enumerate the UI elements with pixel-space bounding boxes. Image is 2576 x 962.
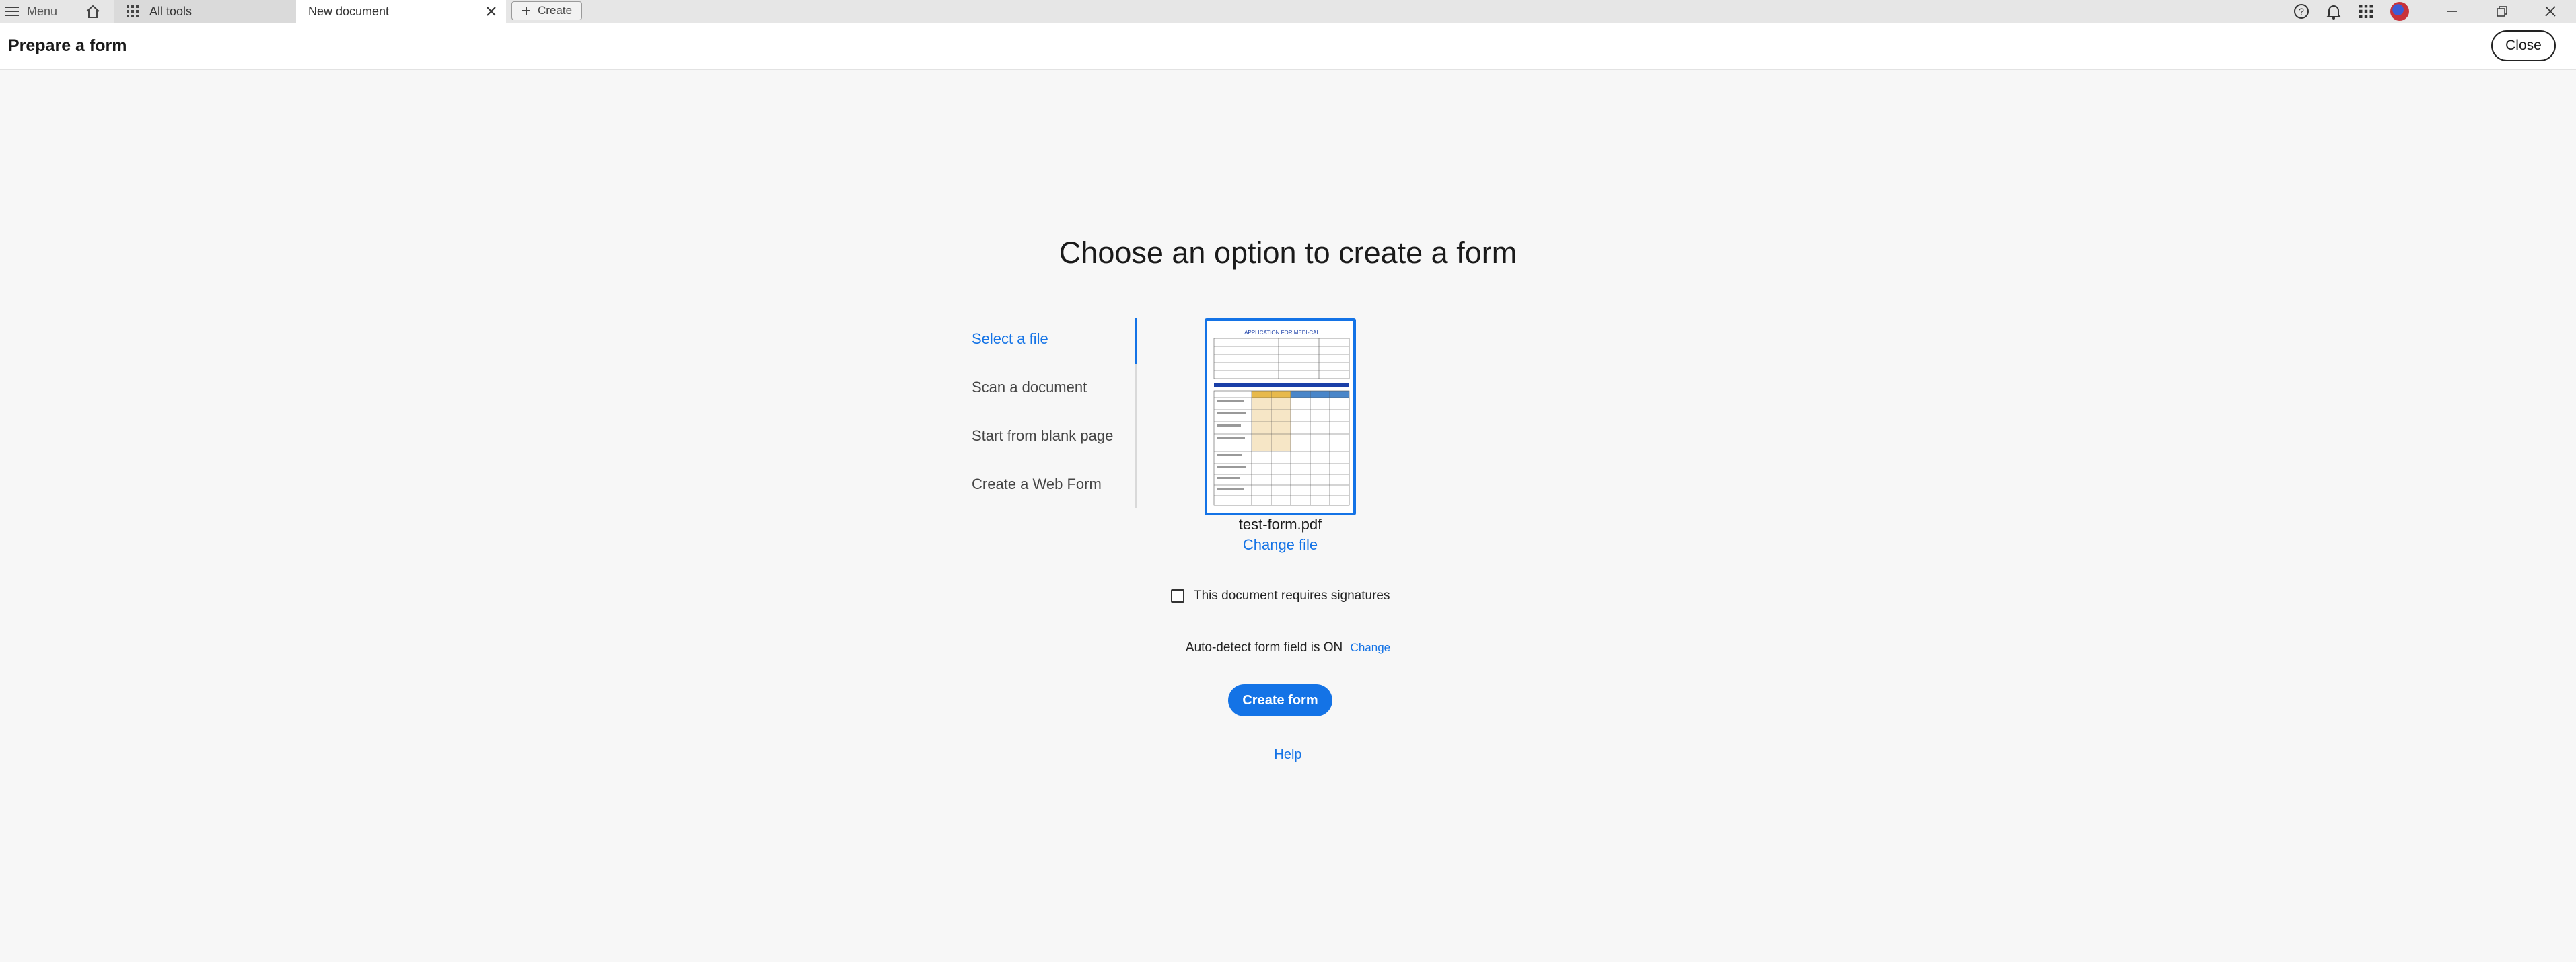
tab-bar: Menu All tools New document Create ?: [0, 0, 2576, 23]
avatar: [2390, 2, 2409, 21]
tab-new-document[interactable]: New document: [296, 0, 506, 23]
create-button[interactable]: Create: [511, 1, 583, 20]
home-button[interactable]: [79, 0, 106, 23]
minimize-icon: [2447, 11, 2457, 12]
options-list: Select a file Scan a document Start from…: [962, 318, 1137, 508]
help-button[interactable]: ?: [2288, 0, 2315, 23]
close-icon[interactable]: [486, 6, 497, 17]
create-form-button[interactable]: Create form: [1228, 684, 1332, 716]
close-window-button[interactable]: [2537, 0, 2564, 23]
create-label: Create: [538, 4, 573, 17]
auto-detect-text: Auto-detect form field is ON: [1185, 640, 1343, 655]
hamburger-icon: [5, 7, 19, 16]
auto-detect-change-link[interactable]: Change: [1351, 641, 1391, 654]
option-scan-document[interactable]: Scan a document: [972, 379, 1087, 396]
file-thumbnail[interactable]: APPLICATION FOR MEDI-CAL: [1205, 318, 1356, 515]
thumbnail-title: APPLICATION FOR MEDI-CAL: [1244, 330, 1320, 336]
signature-option[interactable]: This document requires signatures: [1171, 589, 1390, 603]
form-preview-image: APPLICATION FOR MEDI-CAL: [1211, 325, 1352, 511]
tab-all-tools[interactable]: All tools: [114, 0, 296, 23]
menu-label: Menu: [27, 4, 58, 18]
bell-icon: [2326, 5, 2341, 20]
option-blank-page[interactable]: Start from blank page: [972, 427, 1113, 445]
page-heading: Choose an option to create a form: [1059, 235, 1517, 270]
restore-icon: [2497, 6, 2507, 17]
notifications-button[interactable]: [2320, 0, 2347, 23]
option-web-form[interactable]: Create a Web Form: [972, 476, 1102, 493]
header: Prepare a form Close: [0, 23, 2576, 70]
signature-checkbox[interactable]: [1171, 589, 1184, 603]
file-name: test-form.pdf: [1238, 516, 1322, 533]
svg-text:?: ?: [2299, 6, 2304, 17]
menu-button[interactable]: Menu: [5, 0, 57, 23]
grid-icon: [127, 5, 139, 17]
help-link[interactable]: Help: [0, 747, 2576, 763]
close-window-icon: [2545, 6, 2556, 17]
home-icon: [86, 5, 100, 18]
auto-detect-row: Auto-detect form field is ON Change: [0, 640, 2576, 655]
minimize-button[interactable]: [2439, 0, 2466, 23]
change-file-link[interactable]: Change file: [1205, 536, 1356, 554]
apps-icon: [2359, 5, 2373, 18]
plus-icon: [522, 7, 530, 15]
tab-label: All tools: [149, 4, 192, 18]
option-select-file[interactable]: Select a file: [972, 330, 1048, 348]
page-title: Prepare a form: [8, 36, 127, 55]
apps-button[interactable]: [2353, 0, 2380, 23]
active-indicator: [1135, 318, 1137, 364]
signature-label: This document requires signatures: [1194, 589, 1390, 603]
help-icon: ?: [2294, 4, 2309, 19]
close-button[interactable]: Close: [2491, 30, 2556, 61]
tab-label: New document: [308, 4, 390, 18]
account-button[interactable]: [2386, 0, 2413, 23]
restore-button[interactable]: [2489, 0, 2515, 23]
